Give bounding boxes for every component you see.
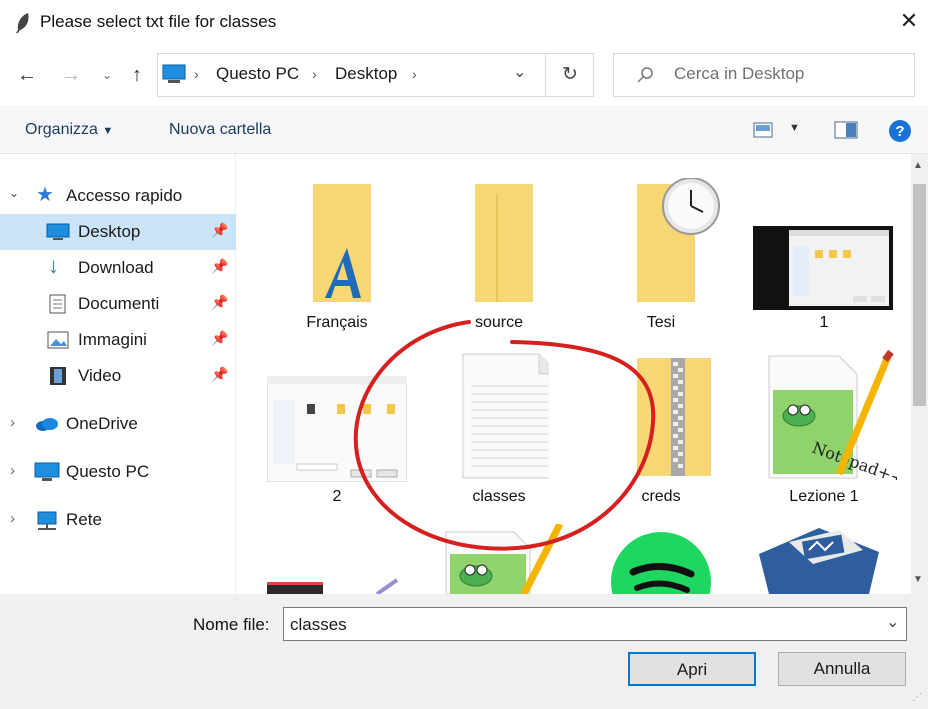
- network-icon: [37, 511, 57, 530]
- sidebar-item-onedrive[interactable]: › OneDrive: [0, 406, 236, 442]
- sidebar-item-documenti[interactable]: Documenti 📌: [0, 286, 236, 322]
- download-arrow-icon: ↓: [48, 253, 59, 278]
- sidebar-item-label: Rete: [66, 510, 102, 529]
- back-arrow-icon[interactable]: ←: [14, 62, 40, 88]
- address-dropdown-icon[interactable]: ⌄: [513, 62, 526, 82]
- sidebar-item-questo-pc[interactable]: › Questo PC: [0, 454, 236, 490]
- organize-label: Organizza: [25, 121, 98, 138]
- feather-icon: [16, 13, 29, 33]
- cloud-icon: [36, 418, 58, 431]
- close-button[interactable]: ✕: [896, 8, 922, 34]
- forward-arrow-icon[interactable]: →: [58, 62, 84, 88]
- pin-icon: 📌: [211, 294, 229, 310]
- filename-input[interactable]: classes ⌄: [283, 607, 907, 641]
- collapsed-chevron-icon[interactable]: ›: [10, 462, 15, 479]
- sidebar-item-desktop[interactable]: Desktop 📌: [0, 214, 236, 250]
- document-icon: [49, 294, 66, 314]
- star-icon: ★: [36, 184, 54, 206]
- breadcrumb-separator-icon: ›: [194, 66, 199, 82]
- filename-dropdown-icon[interactable]: ⌄: [886, 612, 899, 632]
- bottom-panel: Nome file: classes ⌄ Apri Annulla ⋰: [0, 594, 928, 709]
- pin-icon: 📌: [211, 330, 229, 346]
- file-list: Français source Tesi 1 2 classes creds N…: [237, 154, 911, 594]
- scroll-up-icon[interactable]: ▲: [913, 160, 923, 171]
- sidebar-item-label: Documenti: [78, 294, 160, 313]
- divider: [545, 53, 546, 97]
- collapsed-chevron-icon[interactable]: ›: [10, 414, 15, 431]
- refresh-icon[interactable]: ↻: [562, 63, 578, 86]
- up-arrow-icon[interactable]: ↑: [124, 62, 150, 88]
- organize-menu[interactable]: Organizza ▼: [25, 121, 113, 139]
- pin-icon: 📌: [211, 222, 229, 238]
- scrollbar-thumb[interactable]: [913, 184, 926, 406]
- collapsed-chevron-icon[interactable]: ›: [10, 510, 15, 527]
- sidebar-item-rete[interactable]: › Rete: [0, 502, 236, 538]
- filename-label: Nome file:: [193, 615, 270, 634]
- computer-icon: [34, 462, 60, 481]
- breadcrumb-questo-pc[interactable]: Questo PC: [216, 64, 299, 84]
- breadcrumb-desktop[interactable]: Desktop: [335, 64, 397, 84]
- help-icon[interactable]: ?: [888, 119, 912, 143]
- search-placeholder: Cerca in Desktop: [674, 64, 805, 83]
- cancel-button[interactable]: Annulla: [778, 652, 906, 686]
- resize-grip-icon[interactable]: ⋰: [912, 692, 922, 703]
- red-circle-annotation: [353, 320, 656, 551]
- vertical-scrollbar[interactable]: ▲ ▼: [911, 154, 928, 594]
- sidebar-item-label: Video: [78, 366, 122, 385]
- film-icon: [50, 367, 66, 385]
- sidebar-item-label: Accesso rapido: [66, 186, 183, 205]
- sidebar-item-video[interactable]: Video 📌: [0, 358, 236, 394]
- view-mode-icon[interactable]: [753, 122, 773, 138]
- sidebar-item-label: Download: [78, 258, 154, 277]
- open-button[interactable]: Apri: [628, 652, 756, 686]
- sidebar-item-quick-access[interactable]: ⌄ ★ Accesso rapido: [0, 178, 236, 214]
- svg-text:?: ?: [895, 123, 904, 140]
- navigation-pane: ⌄ ★ Accesso rapido Desktop 📌 ↓ Download …: [0, 154, 236, 594]
- recent-chevron-icon[interactable]: ⌄: [94, 62, 120, 88]
- sidebar-item-download[interactable]: ↓ Download 📌: [0, 250, 236, 286]
- preview-pane-icon[interactable]: [834, 121, 858, 139]
- title-bar: Please select txt file for classes ✕: [0, 0, 928, 44]
- sidebar-item-label: Immagini: [78, 330, 147, 349]
- desktop-icon: [46, 223, 70, 240]
- filename-value: classes: [290, 615, 347, 634]
- sidebar-item-label: OneDrive: [66, 414, 138, 433]
- dropdown-arrow-icon: ▼: [102, 125, 114, 137]
- pictures-icon: [47, 331, 69, 349]
- scroll-down-icon[interactable]: ▼: [913, 574, 923, 585]
- computer-icon: [162, 64, 186, 83]
- breadcrumb-separator-icon: ›: [412, 66, 417, 82]
- new-folder-button[interactable]: Nuova cartella: [169, 121, 271, 139]
- window-title: Please select txt file for classes: [40, 12, 277, 31]
- sidebar-item-label: Questo PC: [66, 462, 150, 481]
- pin-icon: 📌: [211, 258, 229, 274]
- sidebar-item-immagini[interactable]: Immagini 📌: [0, 322, 236, 358]
- breadcrumb-separator-icon: ›: [312, 66, 317, 82]
- pin-icon: 📌: [211, 366, 229, 382]
- search-icon: [637, 67, 653, 83]
- expanded-chevron-icon[interactable]: ⌄: [9, 186, 19, 200]
- view-dropdown-icon[interactable]: ▼: [789, 122, 800, 134]
- sidebar-item-label: Desktop: [78, 222, 141, 241]
